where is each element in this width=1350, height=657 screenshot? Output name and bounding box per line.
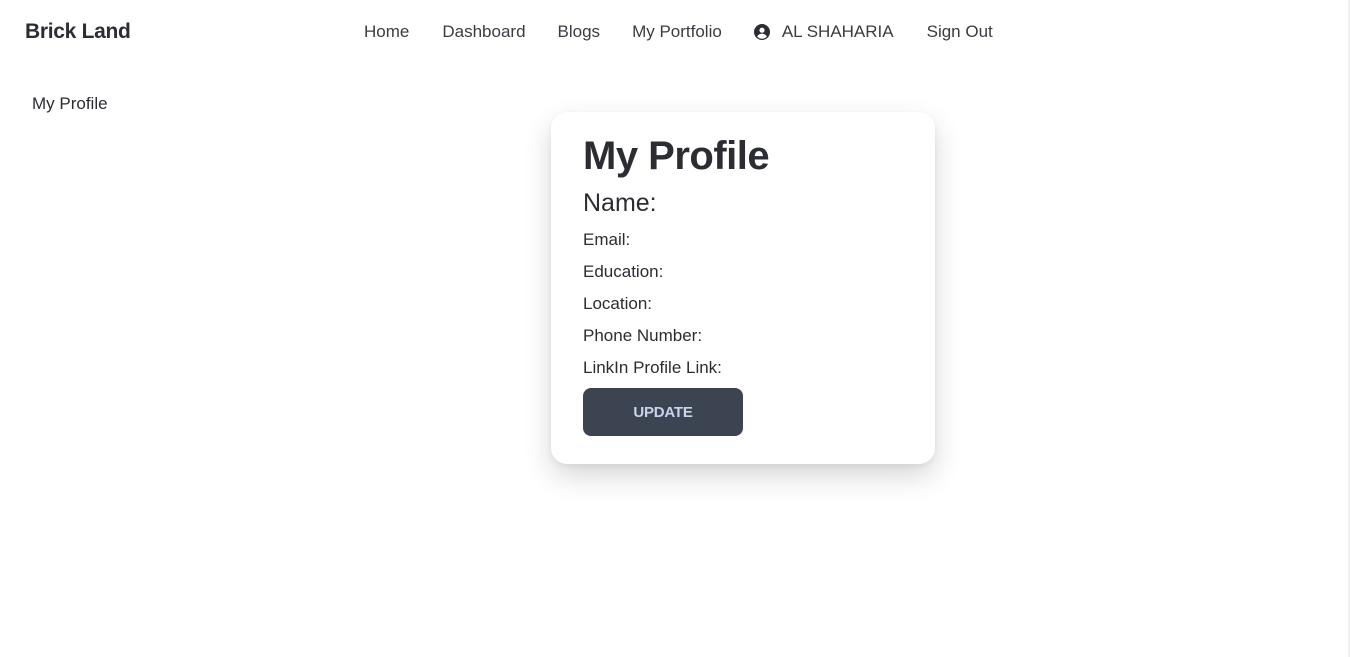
profile-location-label: Location:	[583, 294, 652, 313]
navbar: Brick Land Home Dashboard Blogs My Portf…	[0, 0, 1348, 64]
update-button[interactable]: UPDATE	[583, 388, 743, 436]
profile-card: My Profile Name: Email: Education: Locat…	[551, 112, 935, 464]
nav-dashboard-link[interactable]: Dashboard	[442, 22, 525, 42]
nav-user-menu[interactable]: AL SHAHARIA	[753, 22, 894, 42]
main-nav: Home Dashboard Blogs My Portfolio AL SHA…	[364, 22, 993, 42]
brand-logo[interactable]: Brick Land	[25, 20, 131, 44]
page: Brick Land Home Dashboard Blogs My Portf…	[0, 0, 1350, 657]
nav-portfolio-link[interactable]: My Portfolio	[632, 22, 722, 42]
user-name-label: AL SHAHARIA	[781, 22, 894, 41]
profile-education-label: Education:	[583, 262, 664, 281]
user-circle-icon	[753, 24, 770, 40]
profile-name-label: Name:	[583, 189, 657, 217]
nav-home-link[interactable]: Home	[364, 22, 409, 42]
profile-card-title: My Profile	[583, 134, 770, 178]
nav-blogs-link[interactable]: Blogs	[558, 22, 601, 42]
profile-linkedin-label: LinkIn Profile Link:	[583, 358, 722, 377]
profile-phone-label: Phone Number:	[583, 326, 703, 345]
sidebar-item-my-profile[interactable]: My Profile	[32, 94, 108, 114]
profile-email-label: Email:	[583, 230, 631, 249]
sign-out-link[interactable]: Sign Out	[927, 22, 993, 42]
